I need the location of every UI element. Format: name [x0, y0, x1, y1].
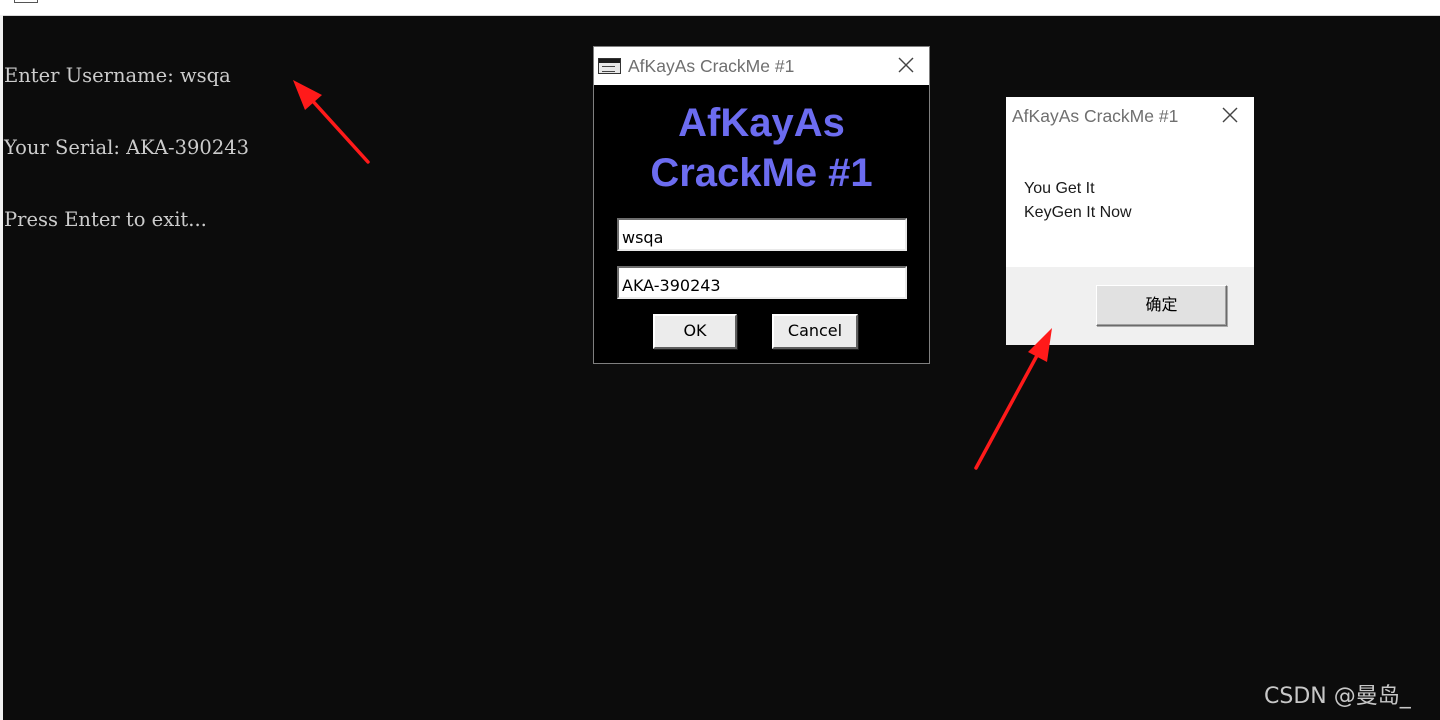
red-arrow-annotation	[293, 80, 370, 164]
watermark: CSDN @曼岛_	[1264, 684, 1411, 709]
annotation-layer	[293, 80, 1052, 470]
red-arrow-annotation	[974, 328, 1052, 470]
